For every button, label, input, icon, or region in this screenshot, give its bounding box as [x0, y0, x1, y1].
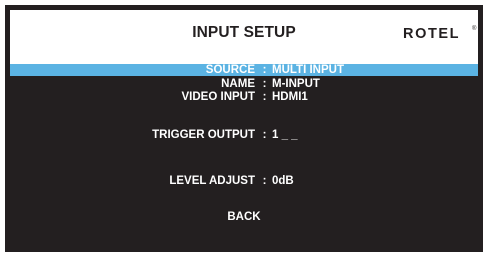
name-value: M-INPUT — [272, 78, 320, 90]
trigger-output-label: TRIGGER OUTPUT — [152, 129, 255, 141]
menu-row-source[interactable]: SOURCE : MULTI INPUT — [10, 64, 478, 76]
menu-row-name[interactable]: NAME : M-INPUT — [10, 78, 478, 90]
separator: : — [262, 64, 267, 76]
name-label: NAME — [221, 78, 255, 90]
level-adjust-value: 0dB — [272, 175, 294, 187]
separator: : — [262, 91, 267, 103]
menu-row-video-input[interactable]: VIDEO INPUT : HDMI1 — [10, 91, 478, 103]
separator: : — [262, 78, 267, 90]
rotel-logo: ROTEL — [403, 26, 461, 42]
back-menu-item[interactable]: BACK — [10, 211, 478, 223]
video-input-label: VIDEO INPUT — [181, 91, 255, 103]
separator: : — [262, 175, 267, 187]
menu-row-trigger-output[interactable]: TRIGGER OUTPUT : 1 _ _ — [10, 129, 478, 141]
setup-screen: INPUT SETUP ROTEL ® SOURCE : MULTI INPUT… — [5, 5, 483, 252]
video-input-value: HDMI1 — [272, 91, 308, 103]
trigger-output-value: 1 _ _ — [272, 129, 298, 141]
header-bar: INPUT SETUP ROTEL ® — [10, 10, 478, 64]
source-label: SOURCE — [205, 64, 255, 76]
level-adjust-label: LEVEL ADJUST — [169, 175, 255, 187]
source-value: MULTI INPUT — [272, 64, 344, 76]
registered-mark: ® — [472, 26, 477, 32]
separator: : — [262, 129, 267, 141]
menu-row-level-adjust[interactable]: LEVEL ADJUST : 0dB — [10, 175, 478, 187]
